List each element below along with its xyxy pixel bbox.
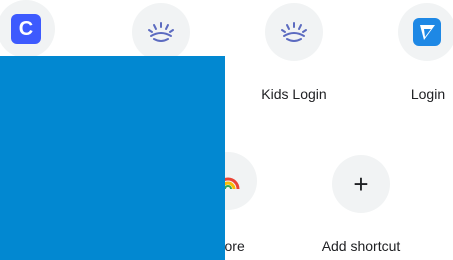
shortcut-kids-login-circle [265,3,323,61]
c-app-letter: C [18,17,34,40]
shortcut-login-circle [398,3,453,61]
shortcut-label-login: Login [410,86,446,102]
c-app-icon: C [11,14,41,44]
shortcut-label-kids-login: Kids Login [261,86,327,102]
shortcut-tile-kids-login[interactable]: Kids Login [246,0,342,120]
blue-overlay-panel [0,56,225,260]
shortcut-tile-add-shortcut[interactable]: + Add shortcut [313,152,409,260]
add-shortcut-circle: + [332,155,390,213]
new-tab-page: C Kids Login Login Store + Add shortcut [0,0,453,260]
shortcut-tile-login[interactable]: Login [380,0,453,120]
sunrise-eye-icon [148,22,174,42]
sunrise-eye-icon [281,22,307,42]
shortcut-2-circle [132,3,190,61]
plus-icon: + [353,169,369,199]
shortcut-c-app-circle: C [0,0,55,58]
blue-triangle-app-icon [413,18,441,46]
shortcut-label-add-shortcut: Add shortcut [321,238,401,254]
